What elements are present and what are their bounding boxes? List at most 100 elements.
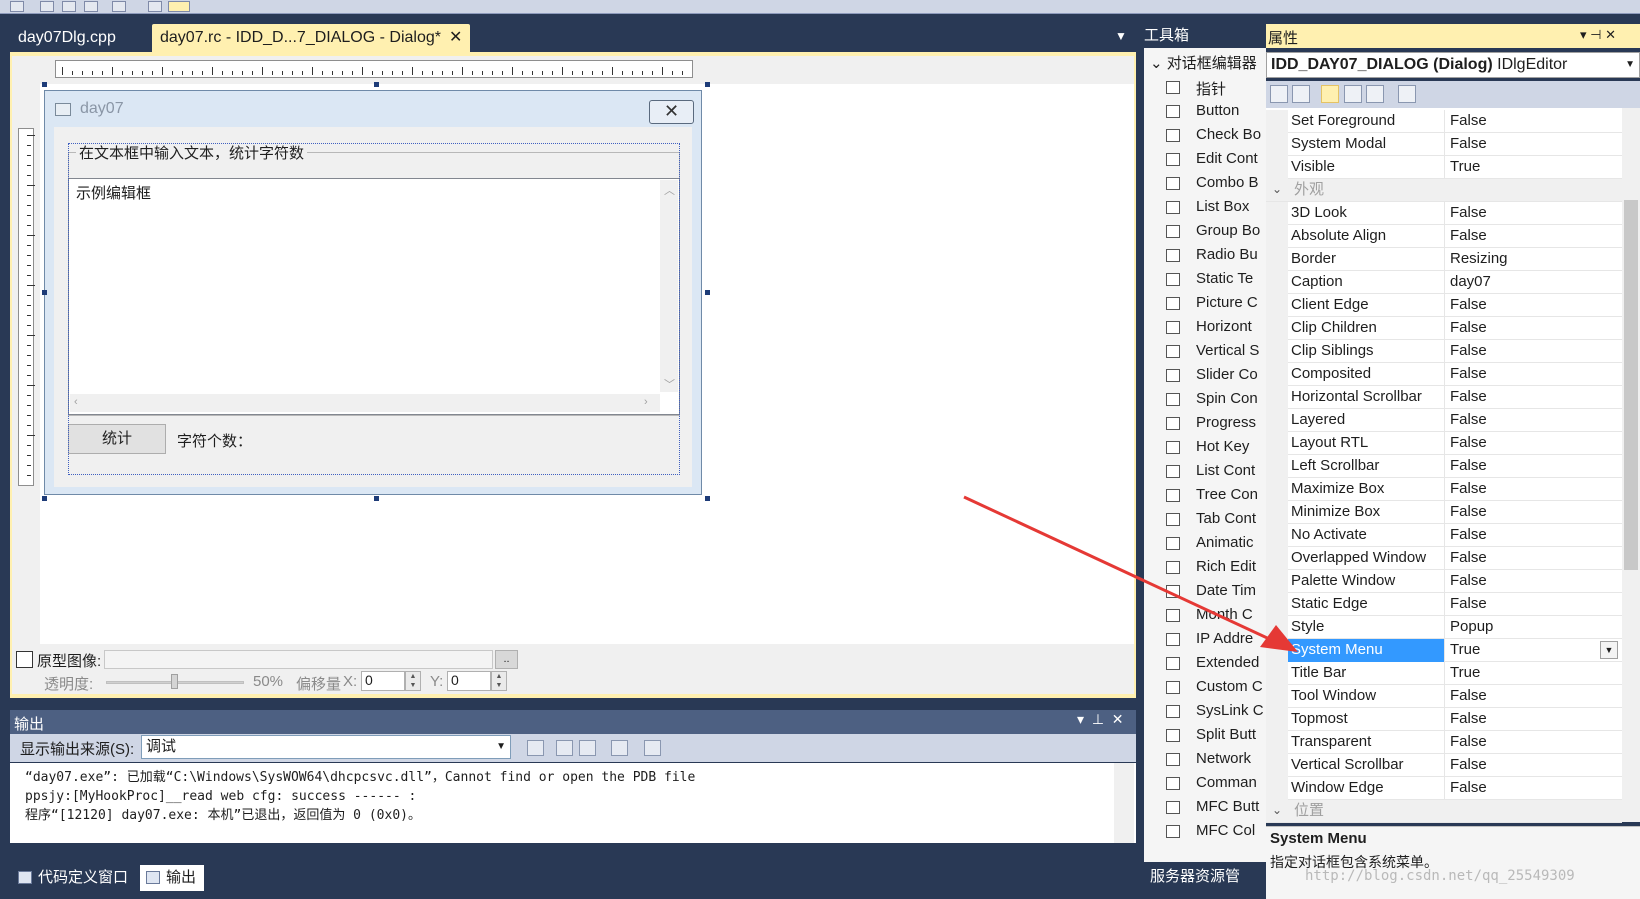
property-pages-icon[interactable] <box>1398 85 1416 103</box>
toolbox-item[interactable]: Network <box>1144 748 1266 772</box>
property-row[interactable]: Clip Siblings False <box>1266 340 1622 363</box>
prototype-image-checkbox[interactable] <box>16 651 33 668</box>
toolbox-item[interactable]: Radio Bu <box>1144 244 1266 268</box>
property-value[interactable]: True <box>1446 156 1622 179</box>
toolbox-item[interactable]: Split Butt <box>1144 724 1266 748</box>
tab-server-explorer[interactable]: 服务器资源管 <box>1150 865 1240 886</box>
chevron-down-icon[interactable]: ▼ <box>1600 641 1618 659</box>
property-value[interactable]: True ▼ <box>1446 639 1622 662</box>
property-row[interactable]: Caption day07 <box>1266 271 1622 294</box>
property-value[interactable]: False <box>1446 294 1622 317</box>
toolbox-item[interactable]: Picture C <box>1144 292 1266 316</box>
property-row[interactable]: Absolute Align False <box>1266 225 1622 248</box>
horizontal-ruler[interactable] <box>55 60 693 78</box>
property-value[interactable]: False <box>1446 340 1622 363</box>
property-row[interactable]: No Activate False <box>1266 524 1622 547</box>
property-row[interactable]: Layout RTL False <box>1266 432 1622 455</box>
resize-handle[interactable] <box>705 290 710 295</box>
toolbox-item[interactable]: Button <box>1144 100 1266 124</box>
toolbar-button[interactable] <box>148 1 162 12</box>
next-message-icon[interactable] <box>579 740 596 756</box>
toolbox-item[interactable]: Slider Co <box>1144 364 1266 388</box>
dialog-close-icon[interactable]: ✕ <box>649 100 694 124</box>
property-value[interactable]: False <box>1446 363 1622 386</box>
property-row[interactable]: Clip Children False <box>1266 317 1622 340</box>
toolbar-button[interactable] <box>62 1 76 12</box>
output-text[interactable]: “day07.exe”: 已加载“C:\Windows\SysWOW64\dhc… <box>10 763 1136 843</box>
property-row[interactable]: Style Popup <box>1266 616 1622 639</box>
property-row[interactable]: Left Scrollbar False <box>1266 455 1622 478</box>
toolbox-item[interactable]: SysLink C <box>1144 700 1266 724</box>
resize-handle[interactable] <box>705 496 710 501</box>
toolbox-item[interactable]: Custom C <box>1144 676 1266 700</box>
output-source-select[interactable]: 调试 ▼ <box>141 735 511 759</box>
property-row[interactable]: Maximize Box False <box>1266 478 1622 501</box>
toolbar-button[interactable] <box>84 1 98 12</box>
offset-x-input[interactable]: 0 <box>361 671 405 691</box>
tab-output[interactable]: 输出 <box>140 865 204 891</box>
panel-menu-icon[interactable]: ▾ <box>1580 27 1587 42</box>
pin-icon[interactable]: ⊥ <box>1092 711 1104 727</box>
property-row[interactable]: Set Foreground False <box>1266 110 1622 133</box>
property-grid-scroll-thumb[interactable] <box>1624 200 1638 570</box>
property-value[interactable]: False <box>1446 317 1622 340</box>
toolbox-item[interactable]: Group Bo <box>1144 220 1266 244</box>
property-value[interactable]: False <box>1446 777 1622 800</box>
resize-handle[interactable] <box>374 496 379 501</box>
prototype-image-path[interactable] <box>104 650 493 669</box>
offset-y-input[interactable]: 0 <box>447 671 491 691</box>
property-value[interactable]: False <box>1446 110 1622 133</box>
property-value[interactable]: True <box>1446 662 1622 685</box>
toolbox-item[interactable]: List Box <box>1144 196 1266 220</box>
property-row[interactable]: Client Edge False <box>1266 294 1622 317</box>
panel-menu-icon[interactable]: ▾ <box>1077 711 1084 727</box>
offset-y-spin[interactable]: ▲ ▼ <box>491 671 507 691</box>
property-value[interactable]: False <box>1446 754 1622 777</box>
offset-x-spin[interactable]: ▲ ▼ <box>405 671 421 691</box>
toolbox-item[interactable]: Spin Con <box>1144 388 1266 412</box>
word-wrap-icon[interactable] <box>644 740 661 756</box>
opacity-slider-thumb[interactable] <box>171 674 178 689</box>
property-value[interactable]: day07 <box>1446 271 1622 294</box>
property-value[interactable]: False <box>1446 570 1622 593</box>
property-category[interactable]: ⌄ 位置 <box>1266 800 1622 823</box>
property-row[interactable]: Palette Window False <box>1266 570 1622 593</box>
property-row[interactable]: System Modal False <box>1266 133 1622 156</box>
property-value[interactable]: False <box>1446 386 1622 409</box>
categorized-icon[interactable] <box>1270 85 1288 103</box>
property-value[interactable]: Resizing <box>1446 248 1622 271</box>
toolbar-button[interactable] <box>112 1 126 12</box>
property-value[interactable]: False <box>1446 708 1622 731</box>
property-row[interactable]: Minimize Box False <box>1266 501 1622 524</box>
toolbox-item[interactable]: Hot Key <box>1144 436 1266 460</box>
resize-handle[interactable] <box>42 290 47 295</box>
resize-handle[interactable] <box>42 82 47 87</box>
toolbox-item[interactable]: Check Bo <box>1144 124 1266 148</box>
property-value[interactable]: False <box>1446 432 1622 455</box>
properties-object-select[interactable]: IDD_DAY07_DIALOG (Dialog) IDlgEditor ▼ <box>1266 52 1640 78</box>
pin-icon[interactable]: ⊣ <box>1590 27 1601 42</box>
prototype-browse-button[interactable]: .. <box>495 650 518 669</box>
property-value[interactable]: False <box>1446 685 1622 708</box>
toolbox-item[interactable]: Extended <box>1144 652 1266 676</box>
property-row[interactable]: Tool Window False <box>1266 685 1622 708</box>
clear-all-icon[interactable] <box>611 740 628 756</box>
vertical-ruler[interactable] <box>18 128 35 486</box>
toolbox-item[interactable]: Combo B <box>1144 172 1266 196</box>
toolbox-section-dialog-editor[interactable]: ⌄ 对话框编辑器 <box>1150 52 1257 73</box>
property-value[interactable]: False <box>1446 133 1622 156</box>
toolbar-button[interactable] <box>10 1 24 12</box>
property-value[interactable]: False <box>1446 501 1622 524</box>
toolbox-item[interactable]: List Cont <box>1144 460 1266 484</box>
toolbox-item[interactable]: 指针 <box>1144 76 1266 100</box>
property-row[interactable]: Transparent False <box>1266 731 1622 754</box>
resize-handle[interactable] <box>705 82 710 87</box>
toolbox-item[interactable]: MFC Butt <box>1144 796 1266 820</box>
alphabetical-icon[interactable] <box>1292 85 1310 103</box>
goto-message-icon[interactable] <box>527 740 544 756</box>
property-value[interactable]: False <box>1446 524 1622 547</box>
chevron-down-icon[interactable]: ⌄ <box>1272 182 1282 196</box>
toolbox-item[interactable]: Horizont <box>1144 316 1266 340</box>
toolbox-item[interactable]: Progress <box>1144 412 1266 436</box>
property-value[interactable]: False <box>1446 547 1622 570</box>
